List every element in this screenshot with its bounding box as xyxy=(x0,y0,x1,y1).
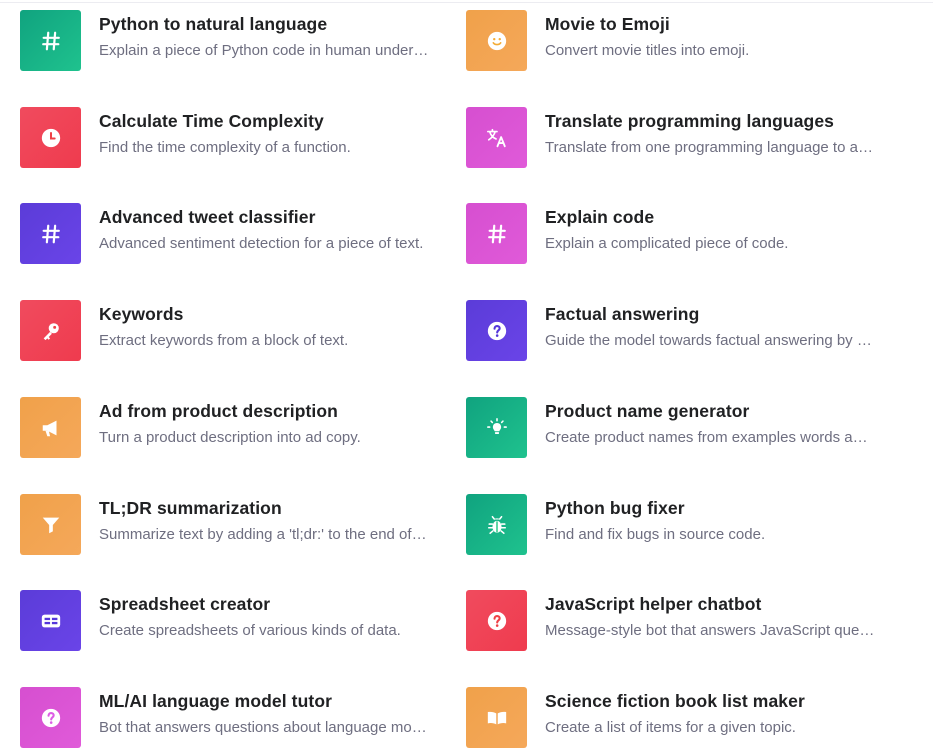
example-card-product-name-generator[interactable]: Product name generator Create product na… xyxy=(466,397,896,459)
example-card-advanced-tweet-classifier[interactable]: Advanced tweet classifier Advanced senti… xyxy=(20,203,450,265)
example-description: Message-style bot that answers JavaScrip… xyxy=(545,622,875,639)
example-title: TL;DR summarization xyxy=(99,498,282,518)
example-description: Bot that answers questions about languag… xyxy=(99,719,429,736)
example-card-science-fiction-book-list-maker[interactable]: Science fiction book list maker Create a… xyxy=(466,687,896,749)
translate-icon xyxy=(466,107,527,168)
example-description: Create a list of items for a given topic… xyxy=(545,719,796,736)
example-title: Python bug fixer xyxy=(545,498,685,518)
key-icon xyxy=(20,300,81,361)
example-card-factual-answering[interactable]: Factual answering Guide the model toward… xyxy=(466,300,896,362)
example-title: Spreadsheet creator xyxy=(99,594,271,614)
example-title: Ad from product description xyxy=(99,401,338,421)
example-title: Science fiction book list maker xyxy=(545,691,805,711)
example-card-ad-from-product-description[interactable]: Ad from product description Turn a produ… xyxy=(20,397,450,459)
example-card-keywords[interactable]: Keywords Extract keywords from a block o… xyxy=(20,300,450,362)
example-description: Translate from one programming language … xyxy=(545,139,875,156)
example-card-explain-code[interactable]: Explain code Explain a complicated piece… xyxy=(466,203,896,265)
example-card-javascript-helper-chatbot[interactable]: JavaScript helper chatbot Message-style … xyxy=(466,590,896,652)
question-icon xyxy=(20,687,81,748)
example-description: Turn a product description into ad copy. xyxy=(99,429,361,446)
example-title: ML/AI language model tutor xyxy=(99,691,333,711)
example-title: Keywords xyxy=(99,304,184,324)
example-description: Convert movie titles into emoji. xyxy=(545,42,750,59)
example-card-ml-ai-language-model-tutor[interactable]: ML/AI language model tutor Bot that answ… xyxy=(20,687,450,749)
example-title: Explain code xyxy=(545,207,655,227)
example-title: Movie to Emoji xyxy=(545,14,670,34)
example-title: Advanced tweet classifier xyxy=(99,207,316,227)
example-description: Extract keywords from a block of text. xyxy=(99,332,349,349)
question-icon xyxy=(466,590,527,651)
example-card-spreadsheet-creator[interactable]: Spreadsheet creator Create spreadsheets … xyxy=(20,590,450,652)
example-description: Explain a complicated piece of code. xyxy=(545,235,789,252)
smiley-icon xyxy=(466,10,527,71)
example-card-tldr-summarization[interactable]: TL;DR summarization Summarize text by ad… xyxy=(20,494,450,556)
table-icon xyxy=(20,590,81,651)
example-title: Factual answering xyxy=(545,304,700,324)
examples-grid: Python to natural language Explain a pie… xyxy=(0,0,933,750)
hash-icon xyxy=(466,203,527,264)
example-title: Translate programming languages xyxy=(545,111,835,131)
example-description: Find and fix bugs in source code. xyxy=(545,526,766,543)
example-card-calculate-time-complexity[interactable]: Calculate Time Complexity Find the time … xyxy=(20,107,450,169)
megaphone-icon xyxy=(20,397,81,458)
clock-icon xyxy=(20,107,81,168)
bug-icon xyxy=(466,494,527,555)
hash-icon xyxy=(20,10,81,71)
lightbulb-icon xyxy=(466,397,527,458)
example-title: Calculate Time Complexity xyxy=(99,111,324,131)
example-description: Create product names from examples words… xyxy=(545,429,875,446)
example-card-movie-to-emoji[interactable]: Movie to Emoji Convert movie titles into… xyxy=(466,10,896,72)
example-description: Create spreadsheets of various kinds of … xyxy=(99,622,401,639)
hash-icon xyxy=(20,203,81,264)
example-title: Python to natural language xyxy=(99,14,328,34)
example-title: Product name generator xyxy=(545,401,750,421)
example-description: Find the time complexity of a function. xyxy=(99,139,351,156)
example-card-python-to-natural-language[interactable]: Python to natural language Explain a pie… xyxy=(20,10,450,72)
example-card-translate-programming-languages[interactable]: Translate programming languages Translat… xyxy=(466,107,896,169)
example-description: Summarize text by adding a 'tl;dr:' to t… xyxy=(99,526,429,543)
example-title: JavaScript helper chatbot xyxy=(545,594,762,614)
book-icon xyxy=(466,687,527,748)
question-icon xyxy=(466,300,527,361)
example-description: Explain a piece of Python code in human … xyxy=(99,42,429,59)
example-description: Advanced sentiment detection for a piece… xyxy=(99,235,424,252)
funnel-icon xyxy=(20,494,81,555)
example-card-python-bug-fixer[interactable]: Python bug fixer Find and fix bugs in so… xyxy=(466,494,896,556)
example-description: Guide the model towards factual answerin… xyxy=(545,332,875,349)
